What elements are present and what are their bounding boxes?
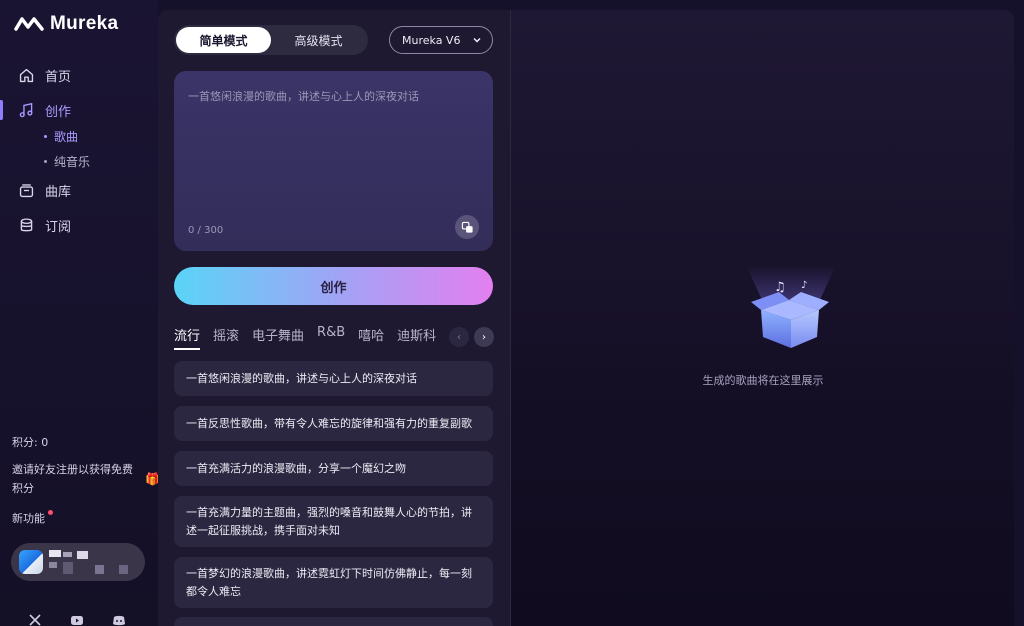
genre-tabs: 流行 摇滚 电子舞曲 R&B 嘻哈 迪斯科 xyxy=(174,325,436,350)
prompt-suggestion[interactable]: 一首梦幻的浪漫歌曲，讲述霓虹灯下时间仿佛静止，每一刻都令人难忘 xyxy=(174,557,493,608)
logo[interactable]: Mureka xyxy=(14,12,118,36)
discord-icon[interactable] xyxy=(112,612,126,626)
model-select-value: Mureka V6 xyxy=(402,33,461,47)
new-features-link[interactable]: 新功能 xyxy=(12,510,53,526)
output-panel: ♫ ♪ 生成的歌曲将在这里展示 xyxy=(510,10,1014,626)
composer-panel: 简单模式 高级模式 Mureka V6 一首悠闲浪漫的歌曲，讲述与心上人的深夜对… xyxy=(158,10,510,626)
prompt-suggestion[interactable]: 一首充满力量的主题曲，强烈的嗓音和鼓舞人心的节拍，讲述一起征服挑战，携手面对未知 xyxy=(174,496,493,547)
genre-tab-disco[interactable]: 迪斯科 xyxy=(397,325,436,350)
avatar xyxy=(19,550,43,574)
svg-text:♫: ♫ xyxy=(774,280,786,295)
library-icon xyxy=(19,184,34,198)
pixelated-username xyxy=(49,562,57,568)
sidebar-item-label: 创作 xyxy=(45,105,72,120)
svg-text:♪: ♪ xyxy=(801,280,807,291)
notification-dot xyxy=(48,510,53,515)
chevron-down-icon xyxy=(473,37,481,43)
bullet-icon xyxy=(44,135,47,138)
sidebar-subitem-label: 纯音乐 xyxy=(54,155,91,169)
pixelated-username xyxy=(63,552,72,557)
pixelated-username xyxy=(95,565,104,574)
sidebar-item-library[interactable]: 曲库 xyxy=(18,181,71,200)
pixelated-username xyxy=(63,562,73,574)
home-icon xyxy=(19,68,34,83)
empty-state-text: 生成的歌曲将在这里展示 xyxy=(702,374,824,387)
sidebar-item-label: 曲库 xyxy=(45,185,72,200)
mureka-logo-icon xyxy=(14,17,44,31)
sidebar-subitem-label: 歌曲 xyxy=(54,130,79,144)
social-links xyxy=(28,612,126,626)
tab-simple-mode[interactable]: 简单模式 xyxy=(176,27,271,53)
genre-tab-edm[interactable]: 电子舞曲 xyxy=(252,325,304,350)
genre-tab-hiphop[interactable]: 嘻哈 xyxy=(358,325,384,350)
mode-switch: 简单模式 高级模式 xyxy=(174,25,368,55)
subscription-icon xyxy=(20,218,33,232)
empty-box-icon: ♫ ♪ xyxy=(746,265,836,348)
youtube-icon[interactable] xyxy=(70,612,84,626)
prompt-suggestion-partial[interactable] xyxy=(174,617,493,626)
genre-scroll-left-button[interactable]: ‹ xyxy=(449,327,469,347)
genre-tab-rnb[interactable]: R&B xyxy=(317,325,345,350)
sidebar-item-subscription[interactable]: 订阅 xyxy=(18,216,71,235)
tab-advanced-mode[interactable]: 高级模式 xyxy=(271,27,366,53)
prompt-input[interactable]: 一首悠闲浪漫的歌曲，讲述与心上人的深夜对话 0 / 300 xyxy=(174,71,493,251)
music-note-icon xyxy=(19,102,33,118)
pixelated-username xyxy=(77,551,88,559)
sidebar-item-label: 首页 xyxy=(45,70,72,85)
active-indicator xyxy=(0,100,3,120)
prompt-suggestion[interactable]: 一首悠闲浪漫的歌曲，讲述与心上人的深夜对话 xyxy=(174,361,493,396)
new-features-label: 新功能 xyxy=(12,512,45,525)
sidebar-item-create[interactable]: 创作 xyxy=(18,101,71,120)
create-button[interactable]: 创作 xyxy=(174,267,493,305)
char-counter: 0 / 300 xyxy=(188,225,224,236)
pixelated-username xyxy=(119,565,128,574)
sidebar: Mureka 首页 创作 歌曲 纯音乐 曲库 订阅 积分: 0 邀请好友注册以获… xyxy=(0,0,160,626)
user-profile-card[interactable] xyxy=(11,543,145,581)
sidebar-subitem-instrumental[interactable]: 纯音乐 xyxy=(44,153,90,170)
prompt-suggestion[interactable]: 一首充满活力的浪漫歌曲，分享一个魔幻之吻 xyxy=(174,451,493,486)
sidebar-item-home[interactable]: 首页 xyxy=(18,66,71,85)
bullet-icon xyxy=(44,160,47,163)
model-select[interactable]: Mureka V6 xyxy=(389,26,493,54)
dice-icon xyxy=(461,221,473,233)
genre-tab-pop[interactable]: 流行 xyxy=(174,325,201,350)
sidebar-subitem-songs[interactable]: 歌曲 xyxy=(44,128,78,145)
sidebar-item-label: 订阅 xyxy=(45,220,72,235)
app-name: Mureka xyxy=(50,13,119,34)
genre-scroll-right-button[interactable]: › xyxy=(474,327,494,347)
prompt-suggestion[interactable]: 一首反思性歌曲，带有令人难忘的旋律和强有力的重复副歌 xyxy=(174,406,493,441)
credits-balance: 积分: 0 xyxy=(12,436,49,449)
pixelated-username xyxy=(49,550,61,557)
x-twitter-icon[interactable] xyxy=(28,612,42,626)
genre-tab-rock[interactable]: 摇滚 xyxy=(213,325,239,350)
random-prompt-button[interactable] xyxy=(455,215,479,239)
prompt-placeholder: 一首悠闲浪漫的歌曲，讲述与心上人的深夜对话 xyxy=(188,90,419,103)
invite-friends-link[interactable]: 邀请好友注册以获得免费积分 xyxy=(12,460,140,498)
